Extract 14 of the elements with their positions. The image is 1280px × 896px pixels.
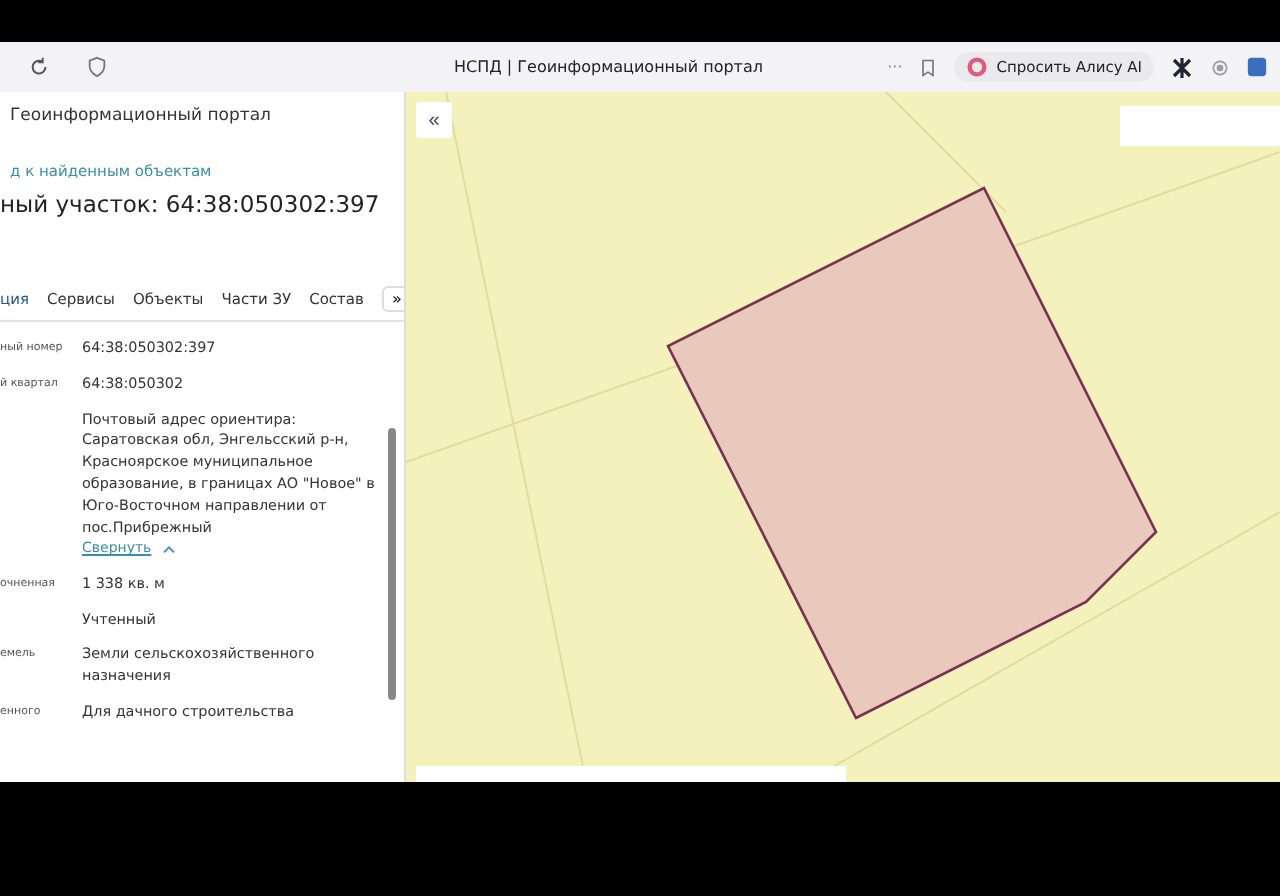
sparkle-icon[interactable] [1170,55,1194,79]
ring-icon [966,56,989,78]
reload-icon[interactable] [28,56,50,78]
parcel-heading: ный участок: 64:38:050302:397 [0,188,382,218]
caret-up-icon [161,544,176,555]
tabs-more-button[interactable]: » [381,286,404,312]
portal-title: Геоинформационный портал [8,104,273,126]
scrollbar[interactable] [388,428,398,700]
bookmark-icon[interactable] [918,57,939,77]
record-icon[interactable] [1210,57,1230,77]
page-title: НСПД | Геоинформационный портал [454,58,763,76]
shield-icon[interactable] [86,56,108,78]
search-field[interactable] [1120,106,1280,146]
collapse-panel-button[interactable]: « [416,102,452,138]
